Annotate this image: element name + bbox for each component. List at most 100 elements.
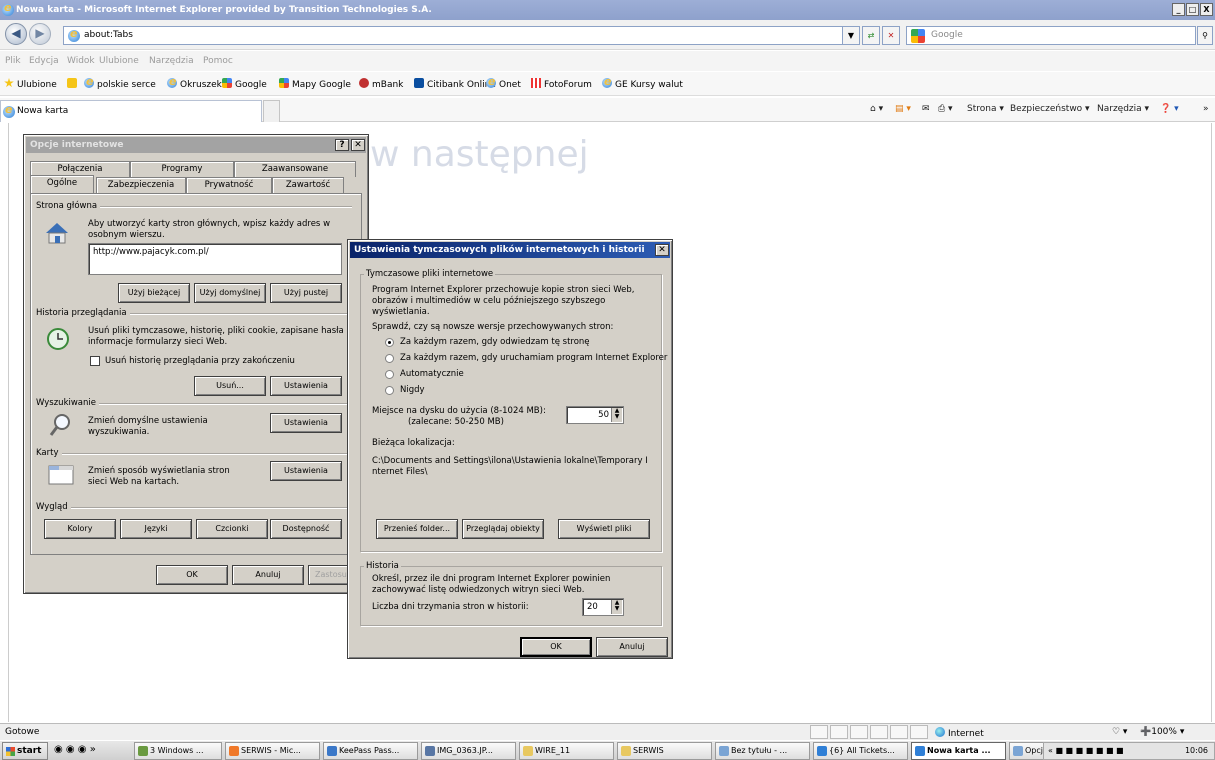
temp-cancel-button[interactable]: Anuluj <box>596 637 668 657</box>
fav-mapy-google[interactable]: Mapy Google <box>279 78 351 90</box>
fav-mbank[interactable]: mBank <box>359 78 403 90</box>
temp-files-titlebar: Ustawienia tymczasowych plików interneto… <box>350 242 670 258</box>
tab-zabezpieczenia[interactable]: Zabezpieczenia <box>96 177 186 193</box>
tab-zaawansowane[interactable]: Zaawansowane <box>234 161 356 177</box>
history-days-spinner[interactable]: 20 ▲ ▼ <box>582 598 624 616</box>
tools-menu[interactable]: Narzędzia ▾ <box>1097 104 1149 114</box>
address-dropdown-button[interactable]: ▼ <box>842 26 860 45</box>
use-blank-button[interactable]: Użyj pustej <box>270 283 342 303</box>
delete-on-exit-checkbox[interactable] <box>90 356 100 366</box>
dialog-close-button[interactable]: ✕ <box>351 139 365 151</box>
stop-icon[interactable]: ✕ <box>882 26 900 45</box>
quicklaunch-icons[interactable]: ◉ ◉ ◉ » <box>54 744 96 755</box>
view-files-button[interactable]: Wyświetl pliki <box>558 519 650 539</box>
taskbar-bez-tytulu[interactable]: Bez tytułu - ... <box>715 742 810 760</box>
delete-history-button[interactable]: Usuń... <box>194 376 266 396</box>
zoom-level[interactable]: ➕100% ▾ <box>1140 727 1184 737</box>
taskbar: start ◉ ◉ ◉ » 3 Windows ... SERWIS - Mic… <box>0 740 1215 760</box>
taskbar-img[interactable]: IMG_0363.JP... <box>421 742 516 760</box>
fav-google[interactable]: Google <box>222 78 267 90</box>
ie-logo-icon <box>2 1 14 16</box>
mail-icon[interactable]: ✉ <box>922 104 930 114</box>
safety-menu[interactable]: Bezpieczeństwo ▾ <box>1010 104 1090 114</box>
fav-onet[interactable]: Onet <box>486 75 521 90</box>
new-tab-button[interactable] <box>263 100 280 122</box>
fav-polskie-serce[interactable]: polskie serce <box>84 75 156 90</box>
taskbar-serwis-mic[interactable]: SERWIS - Mic... <box>225 742 320 760</box>
tabs-settings-button[interactable]: Ustawienia <box>270 461 342 481</box>
feeds-icon[interactable]: ▤ ▾ <box>895 104 911 114</box>
ok-button[interactable]: OK <box>156 565 228 585</box>
history-settings-button[interactable]: Ustawienia <box>270 376 342 396</box>
chevron-more-icon[interactable]: » <box>1203 104 1209 114</box>
radio-never[interactable] <box>385 386 394 395</box>
status-pane <box>810 725 828 739</box>
maximize-button[interactable]: □ <box>1186 3 1199 16</box>
history-heading: Historia przeglądania <box>36 308 130 318</box>
home-page-textarea[interactable]: http://www.pajacyk.com.pl/ <box>88 243 342 275</box>
search-settings-button[interactable]: Ustawienia <box>270 413 342 433</box>
system-tray: « ■ ■ ■ ■ ■ ■ ■ 10:06 <box>1043 742 1215 760</box>
disk-space-value: 50 <box>598 410 609 420</box>
close-button[interactable]: X <box>1200 3 1213 16</box>
menu-file[interactable]: Plik <box>5 56 21 66</box>
disk-space-spinner[interactable]: 50 ▲ ▼ <box>566 406 624 424</box>
menu-favorites[interactable]: Ulubione <box>99 56 139 66</box>
page-menu[interactable]: Strona ▾ <box>967 104 1004 114</box>
menu-tools[interactable]: Narzędzia <box>149 56 194 66</box>
taskbar-serwis[interactable]: SERWIS <box>617 742 712 760</box>
fav-okruszek[interactable]: Okruszek <box>167 75 222 90</box>
radio-automatic-label: Automatycznie <box>400 369 464 379</box>
taskbar-nowa-karta[interactable]: Nowa karta ... <box>911 742 1006 760</box>
protected-mode-icon[interactable]: ♡ ▾ <box>1112 727 1127 737</box>
address-input[interactable]: about:Tabs <box>63 26 857 45</box>
home-icon[interactable]: ⌂ ▾ <box>870 104 883 114</box>
dialog-help-button[interactable]: ? <box>335 139 349 151</box>
taskbar-windows-group[interactable]: 3 Windows ... <box>134 742 222 760</box>
radio-every-start[interactable] <box>385 354 394 363</box>
taskbar-keepass[interactable]: KeePass Pass... <box>323 742 418 760</box>
menu-view[interactable]: Widok <box>67 56 95 66</box>
tab-zawartosc[interactable]: Zawartość <box>272 177 344 193</box>
minimize-button[interactable]: _ <box>1172 3 1185 16</box>
view-objects-button[interactable]: Przeglądaj obiekty <box>462 519 544 539</box>
fav-ge-kursy-walut[interactable]: GE Kursy walut <box>602 75 683 90</box>
tab-programy[interactable]: Programy <box>130 161 234 177</box>
colors-button[interactable]: Kolory <box>44 519 116 539</box>
use-current-button[interactable]: Użyj bieżącej <box>118 283 190 303</box>
tab-ogolne[interactable]: Ogólne <box>30 175 94 193</box>
add-favorite-icon[interactable] <box>67 78 80 90</box>
spinner-arrows-icon[interactable]: ▲ ▼ <box>611 600 622 614</box>
temp-close-button[interactable]: ✕ <box>655 244 669 256</box>
spinner-arrows-icon[interactable]: ▲ ▼ <box>611 408 622 422</box>
move-folder-button[interactable]: Przenieś folder... <box>376 519 458 539</box>
menu-help[interactable]: Pomoc <box>203 56 233 66</box>
taskbar-wire[interactable]: WIRE_11 <box>519 742 614 760</box>
forward-button[interactable]: ▶ <box>29 23 51 45</box>
search-icon[interactable]: ⚲ <box>1197 26 1213 45</box>
print-icon[interactable]: ⎙ ▾ <box>938 104 953 114</box>
start-button[interactable]: start <box>2 742 48 760</box>
search-input[interactable]: Google <box>906 26 1196 45</box>
tab-prywatnosc[interactable]: Prywatność <box>186 177 272 193</box>
radio-every-visit[interactable] <box>385 338 394 347</box>
tab-nowa-karta[interactable]: Nowa karta <box>0 100 262 122</box>
fonts-button[interactable]: Czcionki <box>196 519 268 539</box>
cancel-button[interactable]: Anuluj <box>232 565 304 585</box>
refresh-icon[interactable]: ⇄ <box>862 26 880 45</box>
back-button[interactable]: ◀ <box>5 23 27 45</box>
languages-button[interactable]: Języki <box>120 519 192 539</box>
internet-options-titlebar: Opcje internetowe ? ✕ <box>26 137 366 153</box>
help-icon[interactable]: ❓ ▾ <box>1160 104 1179 114</box>
taskbar-all-tickets[interactable]: {6} All Tickets... <box>813 742 908 760</box>
appearance-heading: Wygląd <box>36 502 71 512</box>
use-default-button[interactable]: Użyj domyślnej <box>194 283 266 303</box>
radio-automatic[interactable] <box>385 370 394 379</box>
fav-citibank[interactable]: Citibank Online <box>414 78 496 90</box>
temp-ok-button[interactable]: OK <box>520 637 592 657</box>
fav-fotoforum[interactable]: FotoForum <box>531 78 592 90</box>
accessibility-button[interactable]: Dostępność <box>270 519 342 539</box>
menu-edit[interactable]: Edycja <box>29 56 59 66</box>
favorites-button[interactable]: Ulubione <box>4 78 57 90</box>
tray-icons[interactable]: « ■ ■ ■ ■ ■ ■ ■ <box>1048 746 1124 755</box>
